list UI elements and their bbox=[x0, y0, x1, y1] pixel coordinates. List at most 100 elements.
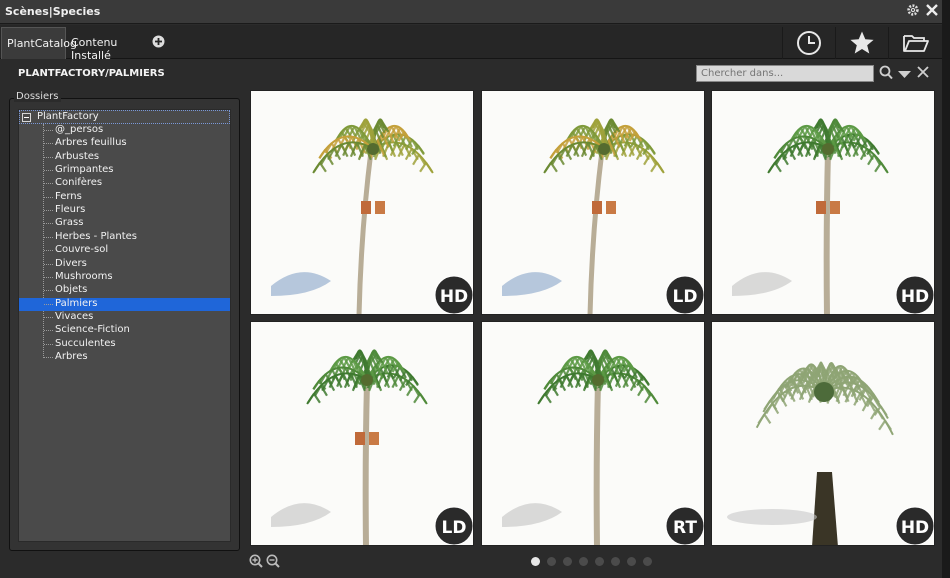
tree-item[interactable]: Objets bbox=[19, 284, 230, 297]
tree-connector bbox=[44, 183, 53, 185]
favorites-star-icon bbox=[850, 31, 874, 54]
tab-contenu-installe[interactable]: Contenu Installé bbox=[66, 27, 148, 62]
tree-item-label: Arbres bbox=[55, 350, 88, 362]
search-icon[interactable] bbox=[879, 65, 893, 84]
tree-item-label: Mushrooms bbox=[55, 270, 113, 282]
tree-item-label: Couvre-sol bbox=[55, 244, 109, 256]
dropdown-arrow-icon[interactable] bbox=[898, 69, 911, 82]
tree-item-label: Ferns bbox=[55, 190, 82, 202]
tree-item-label: Palmiers bbox=[55, 297, 98, 309]
page-dot[interactable] bbox=[547, 557, 556, 566]
window-title: Scènes|Species bbox=[5, 5, 101, 18]
tree-item[interactable]: Palmiers bbox=[19, 297, 230, 311]
tree-item-label: Divers bbox=[55, 257, 87, 269]
add-tab-icon[interactable] bbox=[152, 35, 165, 51]
tree-connector bbox=[44, 263, 53, 265]
tab-plantcatalog[interactable]: PlantCatalog bbox=[1, 27, 77, 59]
tree-item[interactable]: Grimpantes bbox=[19, 164, 230, 177]
search-input[interactable] bbox=[696, 65, 874, 82]
background-app-edge bbox=[942, 0, 950, 578]
page-dot[interactable] bbox=[643, 557, 652, 566]
tree-root-label: PlantFactory bbox=[37, 111, 99, 122]
page-dot[interactable] bbox=[531, 557, 540, 566]
palm-tree-image: LD bbox=[482, 91, 704, 314]
tree-item-label: Grimpantes bbox=[55, 164, 114, 176]
page-dot[interactable] bbox=[579, 557, 588, 566]
quality-badge: RT bbox=[673, 518, 697, 538]
settings-gear-icon[interactable] bbox=[906, 3, 922, 19]
tree-connector bbox=[44, 170, 53, 172]
tree-item[interactable]: Couvre-sol bbox=[19, 244, 230, 257]
tree-connector bbox=[44, 343, 53, 345]
quality-badge: LD bbox=[673, 287, 698, 307]
asset-thumbnail[interactable]: HD bbox=[250, 90, 474, 315]
asset-thumbnail[interactable]: HD bbox=[711, 90, 935, 315]
clear-search-icon[interactable] bbox=[917, 66, 929, 81]
asset-thumbnail[interactable]: LD bbox=[481, 90, 705, 315]
tree-connector bbox=[44, 316, 53, 318]
tree-item[interactable]: Herbes - Plantes bbox=[19, 231, 230, 244]
tree-item[interactable]: Vivaces bbox=[19, 311, 230, 324]
quality-badge: HD bbox=[901, 287, 929, 307]
tree-item-label: Succulentes bbox=[55, 337, 116, 349]
history-clock-icon bbox=[797, 31, 821, 55]
tree-connector bbox=[44, 223, 53, 225]
page-dot[interactable] bbox=[563, 557, 572, 566]
tree-item-label: Arbustes bbox=[55, 150, 100, 162]
tree-item-label: Conifères bbox=[55, 177, 103, 189]
page-dot[interactable] bbox=[627, 557, 636, 566]
close-icon[interactable] bbox=[925, 3, 941, 19]
tree-item[interactable]: @_persos bbox=[19, 124, 230, 137]
palm-tree-image: HD bbox=[712, 322, 934, 545]
history-button[interactable] bbox=[782, 27, 834, 59]
tree-item[interactable]: Arbustes bbox=[19, 151, 230, 164]
tree-item[interactable]: Fleurs bbox=[19, 204, 230, 217]
page-dot[interactable] bbox=[611, 557, 620, 566]
tree-item[interactable]: Conifères bbox=[19, 177, 230, 190]
bottom-bar bbox=[248, 552, 936, 574]
tab-bar: PlantCatalog Contenu Installé bbox=[0, 25, 942, 62]
tree-item[interactable]: Divers bbox=[19, 258, 230, 271]
zoom-in-icon[interactable] bbox=[249, 554, 263, 571]
tree-connector bbox=[44, 330, 53, 332]
tree-item[interactable]: Arbres bbox=[19, 351, 230, 364]
tree-item[interactable]: Succulentes bbox=[19, 338, 230, 351]
tree-item[interactable]: Science-Fiction bbox=[19, 324, 230, 337]
title-bar: Scènes|Species bbox=[0, 0, 942, 24]
tree-connector bbox=[44, 356, 53, 358]
tree-item-label: Grass bbox=[55, 217, 84, 229]
tree-item-label: Fleurs bbox=[55, 204, 86, 216]
tree-item-label: Vivaces bbox=[55, 310, 94, 322]
path-bar: PLANTFACTORY/PALMIERS bbox=[0, 60, 942, 88]
asset-thumbnail[interactable]: RT bbox=[481, 321, 705, 546]
palm-tree-image: RT bbox=[482, 322, 704, 545]
palm-tree-image: LD bbox=[251, 322, 473, 545]
collapse-toggle-icon[interactable] bbox=[22, 113, 31, 122]
palm-tree-image: HD bbox=[251, 91, 473, 314]
asset-thumbnail[interactable]: LD bbox=[250, 321, 474, 546]
zoom-out-icon[interactable] bbox=[266, 554, 280, 571]
tree-item-label: @_persos bbox=[55, 124, 104, 135]
breadcrumb-path: PLANTFACTORY/PALMIERS bbox=[18, 68, 165, 79]
open-folder-icon bbox=[903, 35, 929, 52]
tree-item[interactable]: Mushrooms bbox=[19, 271, 230, 284]
tree-connector bbox=[44, 210, 53, 212]
asset-grid: HD LD HD LD RT HD bbox=[248, 89, 936, 546]
asset-thumbnail[interactable]: HD bbox=[711, 321, 935, 546]
tree-connector bbox=[44, 156, 53, 158]
page-dot[interactable] bbox=[595, 557, 604, 566]
tree-connector bbox=[44, 196, 53, 198]
favorites-button[interactable] bbox=[835, 27, 887, 59]
tree-item-label: Science-Fiction bbox=[55, 324, 130, 336]
tree-item[interactable]: Grass bbox=[19, 217, 230, 230]
tree-connector bbox=[44, 250, 53, 252]
tree-connector bbox=[44, 130, 53, 131]
tree-connector bbox=[44, 236, 53, 238]
tree-item[interactable]: Arbres feuillus bbox=[19, 137, 230, 150]
tree-root[interactable]: PlantFactory bbox=[19, 110, 230, 124]
quality-badge: LD bbox=[442, 518, 467, 538]
tree-connector bbox=[44, 143, 53, 145]
tree-item[interactable]: Ferns bbox=[19, 191, 230, 204]
open-folder-button[interactable] bbox=[888, 27, 940, 59]
tree-item-label: Objets bbox=[55, 284, 88, 296]
